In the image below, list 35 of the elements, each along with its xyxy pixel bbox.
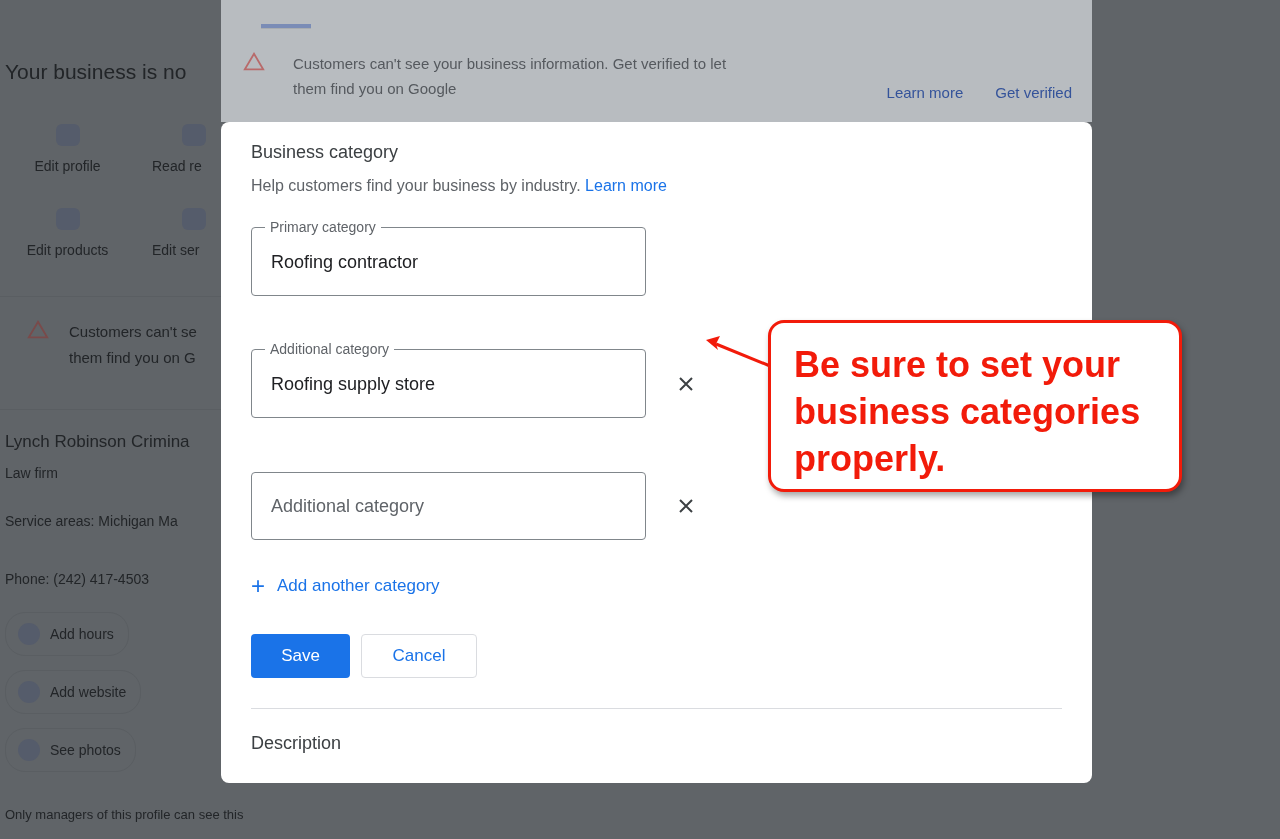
category-field[interactable]: Primary category Roofing contractor <box>251 219 646 296</box>
page-heading: Your business is no <box>5 60 188 84</box>
cancel-button[interactable]: Cancel <box>361 634 477 678</box>
alert-text: them find you on G <box>69 348 197 368</box>
action-label[interactable]: Edit products <box>26 242 109 258</box>
business-type: Law firm <box>5 464 59 483</box>
action-chip[interactable]: See photos <box>5 728 136 772</box>
plus-icon[interactable]: + <box>251 576 265 596</box>
phone-number: Phone: (242) 417-4503 <box>5 570 150 589</box>
close-icon[interactable] <box>678 376 694 392</box>
category-field[interactable]: Additional category Roofing supply store <box>251 341 646 418</box>
warning-icon <box>243 51 265 73</box>
close-icon[interactable] <box>678 498 694 514</box>
alert-text: them find you on Google <box>293 79 458 99</box>
add-category-link[interactable]: Add another category <box>277 576 440 596</box>
section-title: Business category <box>251 142 400 163</box>
business-name: Lynch Robinson Crimina <box>5 432 191 452</box>
action-label[interactable]: Edit ser <box>152 242 200 258</box>
callout-box: Be sure to set your business categories properly. <box>768 320 1182 492</box>
footer-note: Only managers of this profile can see this <box>5 806 244 824</box>
save-button[interactable]: Save <box>251 634 350 678</box>
service-areas: Service areas: Michigan Ma <box>5 508 221 534</box>
section-title: Description <box>251 733 343 754</box>
category-field[interactable]: Additional category <box>251 472 646 540</box>
alert-text: Customers can't see your business information. Get verified to let <box>293 54 728 74</box>
link[interactable]: Get verified <box>995 84 1072 101</box>
action-label[interactable]: Edit profile <box>34 158 101 174</box>
warning-icon <box>27 319 49 341</box>
help-text: Help customers find your business by industry. Learn more <box>251 177 668 195</box>
action-chip[interactable]: Add website <box>5 670 142 714</box>
action-label[interactable]: Read re <box>152 158 202 174</box>
link[interactable]: Learn more <box>886 84 964 101</box>
alert-text: Customers can't se <box>69 322 197 342</box>
action-chip[interactable]: Add hours <box>5 612 129 656</box>
learn-more-link[interactable]: Learn more <box>585 177 667 194</box>
